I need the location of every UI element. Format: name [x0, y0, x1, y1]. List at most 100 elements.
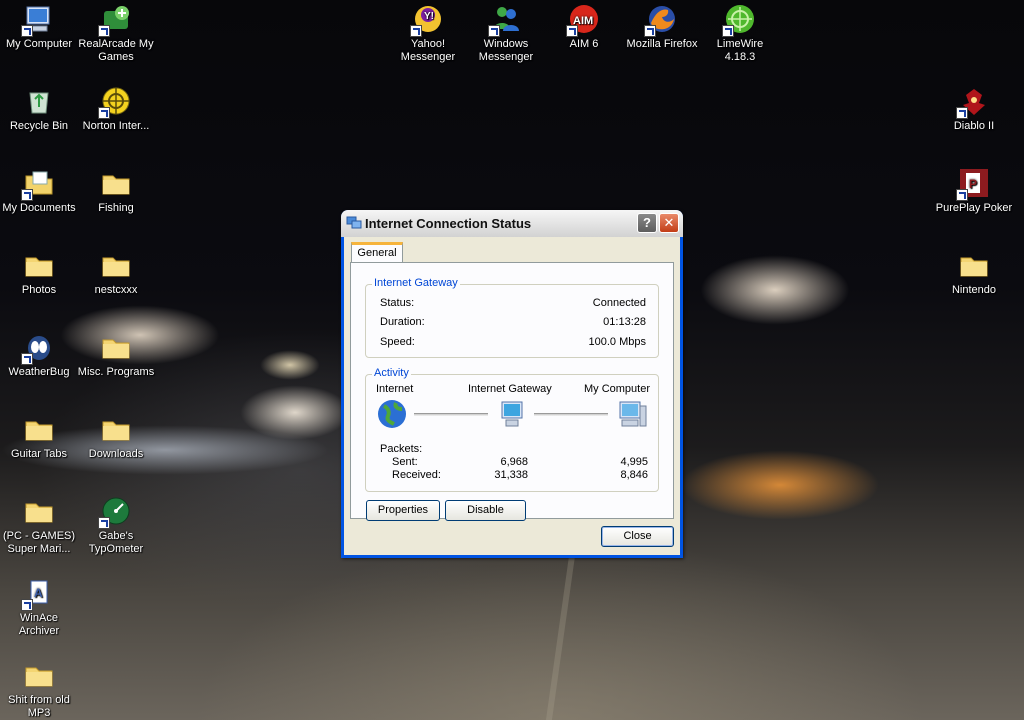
- gateway-group-title: Internet Gateway: [372, 277, 460, 289]
- folder-icon: [100, 249, 132, 281]
- properties-button[interactable]: Properties: [366, 500, 440, 521]
- limewire-icon: [722, 3, 756, 37]
- icon-label: Shit from old MP3: [8, 694, 70, 719]
- desktop-icon-pureplay-poker[interactable]: P PurePlay Poker: [935, 167, 1013, 215]
- desktop-icon-my-documents[interactable]: My Documents: [0, 167, 78, 215]
- icon-label: Yahoo! Messenger: [400, 38, 456, 63]
- icon-label: Diablo II: [953, 120, 995, 132]
- svg-text:P: P: [969, 177, 977, 191]
- desktop-icon-yahoo-messenger[interactable]: Y! Yahoo! Messenger: [389, 3, 467, 64]
- connection-status-dialog: Internet Connection Status ? ✕ General I…: [341, 210, 683, 558]
- my-computer-icon: [21, 3, 55, 37]
- firefox-icon: [644, 3, 678, 37]
- dialog-title: Internet Connection Status: [365, 216, 532, 231]
- icon-label: Misc. Programs: [77, 366, 155, 378]
- desktop-icon-diablo[interactable]: Diablo II: [935, 85, 1013, 133]
- norton-icon: [98, 85, 132, 119]
- desktop-icon-recycle-bin[interactable]: Recycle Bin: [0, 85, 78, 133]
- icon-label: Recycle Bin: [9, 120, 69, 132]
- dialog-body: General Internet Gateway Status: Connect…: [344, 237, 680, 555]
- tab-page-general: Internet Gateway Status: Connected Durat…: [350, 262, 674, 521]
- diablo-icon: [956, 85, 990, 119]
- connection-line-internet-gateway: [414, 413, 488, 416]
- folder-icon: [100, 331, 132, 363]
- icon-label: Downloads: [88, 448, 144, 460]
- winace-icon: A: [21, 577, 55, 611]
- weatherbug-icon: [21, 331, 55, 365]
- desktop-icon-typometer[interactable]: Gabe's TypOmeter: [77, 495, 155, 556]
- close-button[interactable]: Close: [601, 526, 674, 547]
- globe-icon: [376, 398, 408, 430]
- gateway-received-value: 31,338: [494, 469, 528, 481]
- folder-icon: [23, 413, 55, 445]
- icon-label: Photos: [21, 284, 57, 296]
- gateway-group: Internet Gateway Status: Connected Durat…: [365, 277, 659, 358]
- speed-label: Speed:: [380, 336, 415, 348]
- svg-text:A: A: [34, 586, 43, 600]
- folder-icon: [23, 249, 55, 281]
- packets-label: Packets:: [380, 443, 423, 455]
- activity-group-title: Activity: [372, 367, 411, 379]
- gateway-label: Internet Gateway: [468, 383, 552, 395]
- desktop-icon-my-computer[interactable]: My Computer: [0, 3, 78, 51]
- desktop-icon-nestcxxx[interactable]: nestcxxx: [77, 249, 155, 297]
- status-label: Status:: [380, 297, 415, 309]
- icon-label: Norton Inter...: [82, 120, 150, 132]
- desktop-icon-photos[interactable]: Photos: [0, 249, 78, 297]
- desktop-icon-norton[interactable]: Norton Inter...: [77, 85, 155, 133]
- realarcade-icon: [98, 3, 132, 37]
- desktop-icon-limewire[interactable]: LimeWire 4.18.3: [701, 3, 779, 64]
- icon-label: Gabe's TypOmeter: [88, 530, 144, 555]
- title-close-button[interactable]: ✕: [659, 213, 679, 233]
- pureplay-poker-icon: P: [956, 167, 990, 201]
- activity-group: Activity Internet Internet Gateway My Co…: [365, 367, 659, 492]
- icon-label: nestcxxx: [94, 284, 138, 296]
- icon-label: RealArcade My Games: [78, 38, 154, 63]
- desktop-icon-nintendo[interactable]: Nintendo: [935, 249, 1013, 297]
- disable-button[interactable]: Disable: [445, 500, 526, 521]
- computer-received-value: 8,846: [620, 469, 648, 481]
- icon-label: Windows Messenger: [478, 38, 534, 63]
- desktop-icon-weatherbug[interactable]: WeatherBug: [0, 331, 78, 379]
- folder-icon: [100, 167, 132, 199]
- desktop-icon-winace[interactable]: A WinAce Archiver: [0, 577, 78, 638]
- folder-icon: [23, 659, 55, 691]
- desktop-icon-windows-messenger[interactable]: Windows Messenger: [467, 3, 545, 64]
- folder-icon: [100, 413, 132, 445]
- icon-label: Guitar Tabs: [10, 448, 68, 460]
- duration-value: 01:13:28: [603, 316, 646, 328]
- desktop-icon-firefox[interactable]: Mozilla Firefox: [623, 3, 701, 51]
- desktop-icon-pc-games[interactable]: (PC - GAMES) Super Mari...: [0, 495, 78, 556]
- icon-label: Nintendo: [951, 284, 997, 296]
- network-connection-icon: [346, 215, 362, 231]
- icon-label: My Computer: [5, 38, 73, 50]
- internet-label: Internet: [376, 383, 414, 395]
- computer-sent-value: 4,995: [620, 456, 648, 468]
- desktop-icon-shit-mp3[interactable]: Shit from old MP3: [0, 659, 78, 720]
- tab-general[interactable]: General: [351, 242, 403, 263]
- desktop-icon-guitar-tabs[interactable]: Guitar Tabs: [0, 413, 78, 461]
- connection-line-gateway-computer: [534, 413, 608, 416]
- yahoo-messenger-icon: Y!: [410, 3, 444, 37]
- dialog-titlebar[interactable]: Internet Connection Status ? ✕: [341, 210, 683, 237]
- status-value: Connected: [592, 297, 646, 309]
- desktop-icon-aim[interactable]: AIM AIM 6: [545, 3, 623, 51]
- icon-label: Fishing: [98, 202, 134, 214]
- windows-messenger-icon: [488, 3, 522, 37]
- icon-label: Mozilla Firefox: [626, 38, 698, 50]
- desktop-icon-fishing[interactable]: Fishing: [77, 167, 155, 215]
- sent-label: Sent:: [392, 456, 418, 468]
- desktop-icon-downloads[interactable]: Downloads: [77, 413, 155, 461]
- folder-icon: [23, 495, 55, 527]
- help-button[interactable]: ?: [637, 213, 657, 233]
- icon-label: AIM 6: [569, 38, 599, 50]
- desktop-icon-realarcade[interactable]: RealArcade My Games: [77, 3, 155, 64]
- icon-label: LimeWire 4.18.3: [716, 38, 764, 63]
- desktop-icon-misc-programs[interactable]: Misc. Programs: [77, 331, 155, 379]
- folder-icon: [958, 249, 990, 281]
- svg-text:Y!: Y!: [424, 11, 434, 22]
- recycle-bin-icon: [23, 85, 55, 117]
- icon-label: WinAce Archiver: [18, 612, 60, 637]
- typometer-icon: [98, 495, 132, 529]
- speed-value: 100.0 Mbps: [588, 336, 646, 348]
